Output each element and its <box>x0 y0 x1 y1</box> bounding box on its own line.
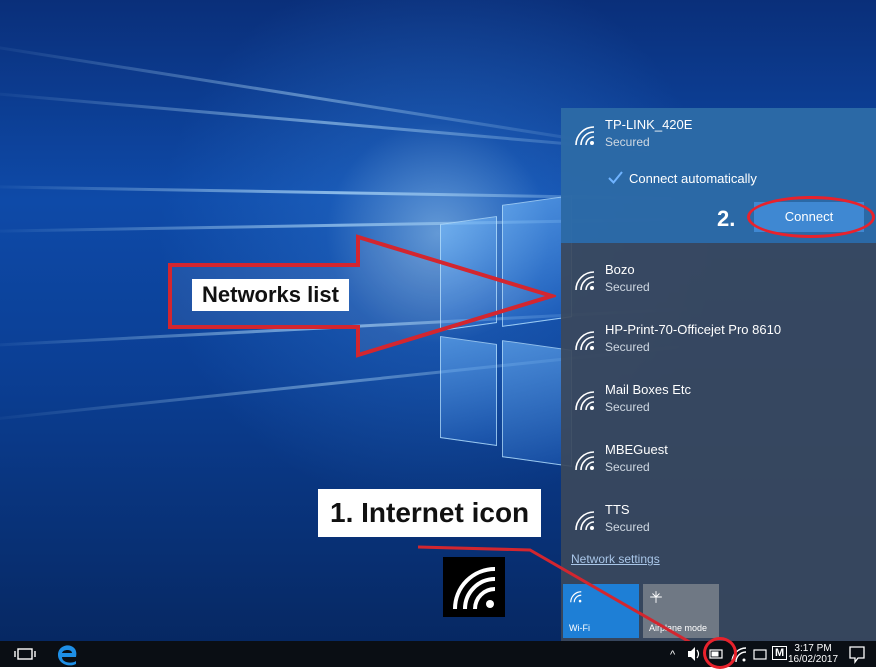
edge-browser-icon[interactable] <box>56 641 80 667</box>
network-name: TP-LINK_420E <box>605 117 693 132</box>
network-status: Secured <box>605 460 650 474</box>
selected-network[interactable]: TP-LINK_420E Secured Connect automatical… <box>561 108 876 243</box>
network-status: Secured <box>605 400 650 414</box>
wifi-signal-icon <box>575 511 595 531</box>
network-status: Secured <box>605 280 650 294</box>
network-name: Bozo <box>605 262 635 277</box>
network-name: Mail Boxes Etc <box>605 382 691 397</box>
wifi-tile-label: Wi-Fi <box>569 623 590 633</box>
network-item[interactable]: TTS Secured <box>561 493 876 553</box>
wifi-icon-enlarged <box>443 557 505 617</box>
connect-highlight-ring <box>747 196 875 238</box>
network-item-selected[interactable]: TP-LINK_420E Secured <box>561 108 876 168</box>
airplane-icon <box>650 591 662 603</box>
network-name: TTS <box>605 502 630 517</box>
wifi-large-icon <box>453 567 496 610</box>
volume-icon[interactable] <box>686 641 702 667</box>
internet-icon-callout: 1. Internet icon <box>318 489 542 537</box>
network-status: Secured <box>605 340 650 354</box>
input-language-indicator[interactable]: M <box>772 646 788 660</box>
task-view-icon[interactable] <box>14 641 36 667</box>
wifi-signal-icon <box>575 271 595 291</box>
network-name: MBEGuest <box>605 442 668 457</box>
chevron-up-icon[interactable]: ^ <box>670 649 675 661</box>
checkmark-icon[interactable] <box>608 170 623 185</box>
step-2-label: 2. <box>717 206 736 231</box>
connect-automatically-label[interactable]: Connect automatically <box>629 171 757 186</box>
airplane-tile-label: Airplane mode <box>649 623 708 633</box>
keyboard-icon[interactable] <box>752 641 768 667</box>
action-center-icon[interactable] <box>848 641 866 667</box>
network-status: Secured <box>605 135 650 149</box>
wifi-signal-icon <box>575 391 595 411</box>
internet-icon-highlight-ring <box>703 637 737 669</box>
clock[interactable]: 3:17 PM 16/02/2017 <box>788 643 838 665</box>
network-status: Secured <box>605 520 650 534</box>
wifi-signal-icon <box>575 451 595 471</box>
taskbar: ^ M 3:17 PM 16/02/2017 <box>0 637 876 669</box>
network-item[interactable]: MBEGuest Secured <box>561 433 876 493</box>
wifi-quick-action[interactable]: Wi-Fi <box>563 584 639 638</box>
network-settings-link[interactable]: Network settings <box>571 552 660 566</box>
networks-list-callout: Networks list <box>192 279 349 311</box>
network-name: HP-Print-70-Officejet Pro 8610 <box>605 322 782 337</box>
network-flyout: TP-LINK_420E Secured Connect automatical… <box>561 108 876 641</box>
clock-time: 3:17 PM <box>794 643 832 654</box>
network-item[interactable]: Bozo Secured <box>561 253 876 313</box>
airplane-mode-quick-action[interactable]: Airplane mode <box>643 584 719 638</box>
wifi-signal-icon <box>575 126 595 146</box>
clock-date: 16/02/2017 <box>788 654 839 665</box>
wifi-signal-icon <box>575 331 595 351</box>
network-item[interactable]: HP-Print-70-Officejet Pro 8610 Secured <box>561 313 876 373</box>
network-item[interactable]: Mail Boxes Etc Secured <box>561 373 876 433</box>
wifi-icon <box>570 591 582 603</box>
